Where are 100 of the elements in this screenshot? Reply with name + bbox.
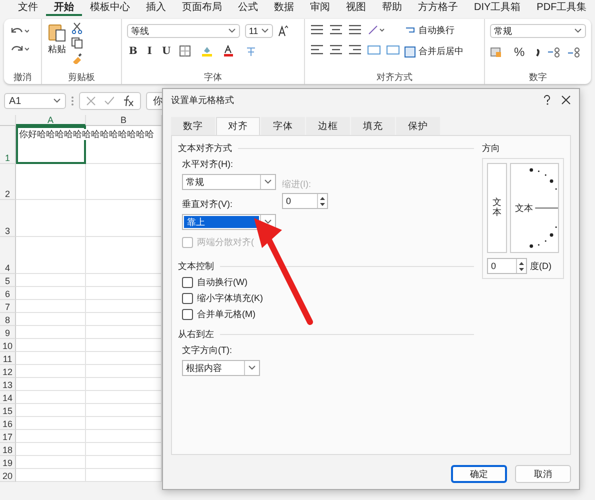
menu-tab[interactable]: 插入	[138, 0, 174, 16]
menu-tab[interactable]: 视图	[338, 0, 374, 16]
cell[interactable]	[16, 200, 86, 237]
cell[interactable]	[86, 339, 162, 352]
style-button[interactable]: B	[126, 46, 140, 56]
cell[interactable]	[86, 313, 162, 326]
insert-function-icon[interactable]	[122, 95, 134, 107]
row-header[interactable]: 14	[0, 391, 16, 404]
menu-tab[interactable]: 帮助	[374, 0, 410, 16]
cell[interactable]	[16, 352, 86, 365]
align-bottom-icon[interactable]	[348, 24, 362, 36]
decrease-indent-icon[interactable]	[367, 44, 382, 56]
row-header[interactable]: 11	[0, 352, 16, 365]
dialog-tab[interactable]: 边框	[306, 117, 350, 135]
merge-icon[interactable]	[404, 46, 416, 58]
style-button[interactable]: I	[145, 46, 154, 56]
dialog-tab[interactable]: 填充	[351, 117, 395, 135]
cell[interactable]	[86, 443, 162, 456]
align-top-icon[interactable]	[310, 24, 324, 36]
cell[interactable]	[16, 326, 86, 339]
row-header[interactable]: 5	[0, 274, 16, 287]
enter-icon[interactable]	[104, 96, 114, 106]
cell[interactable]	[86, 365, 162, 378]
paste-label[interactable]: 粘贴	[48, 43, 66, 56]
dialog-tab[interactable]: 保护	[396, 117, 440, 135]
row-header[interactable]: 19	[0, 456, 16, 469]
format-painter-icon[interactable]	[70, 52, 83, 64]
increase-decimal-icon[interactable]	[546, 46, 561, 58]
row-header[interactable]: 2	[0, 164, 16, 200]
cell[interactable]	[16, 300, 86, 313]
row-header[interactable]: 3	[0, 200, 16, 237]
increase-indent-icon[interactable]	[386, 44, 400, 56]
decrease-decimal-icon[interactable]	[566, 46, 581, 58]
column-header[interactable]: A	[16, 115, 86, 126]
cell[interactable]	[86, 430, 162, 443]
cell[interactable]	[86, 391, 162, 404]
grow-font-icon[interactable]	[278, 25, 288, 37]
row-header[interactable]: 7	[0, 300, 16, 313]
cut-icon[interactable]	[70, 22, 83, 34]
phonetic-icon[interactable]	[244, 45, 257, 57]
cancel-icon[interactable]	[86, 96, 96, 106]
row-header[interactable]: 1	[0, 126, 16, 164]
dialog-button[interactable]: 取消	[515, 465, 571, 483]
style-button[interactable]: U	[160, 46, 173, 56]
align-right-icon[interactable]	[348, 44, 362, 56]
menu-tab[interactable]: 模板中心	[82, 0, 138, 16]
checkbox[interactable]	[182, 309, 193, 320]
merge-center-button[interactable]: 合并后居中	[404, 45, 464, 58]
dialog-button[interactable]: 确定	[451, 465, 507, 483]
cell[interactable]	[86, 164, 162, 200]
cell[interactable]	[16, 456, 86, 469]
row-header[interactable]: 20	[0, 469, 16, 482]
vertical-align-select[interactable]: 靠上	[182, 214, 276, 230]
cell[interactable]	[16, 164, 86, 200]
menu-tab[interactable]: PDF工具集	[528, 0, 595, 16]
cell[interactable]	[16, 378, 86, 391]
row-header[interactable]: 8	[0, 313, 16, 326]
cell[interactable]	[86, 456, 162, 469]
row-header[interactable]: 17	[0, 430, 16, 443]
cell[interactable]	[86, 326, 162, 339]
menu-tab[interactable]: 开始	[46, 0, 82, 16]
cell[interactable]	[86, 200, 162, 237]
font-size-combo[interactable]: 11	[244, 24, 273, 38]
cell[interactable]	[16, 313, 86, 326]
cell[interactable]	[16, 339, 86, 352]
align-left-icon[interactable]	[310, 44, 324, 56]
paste-icon[interactable]	[46, 22, 67, 42]
menu-tab[interactable]: 方方格子	[410, 0, 466, 16]
text-direction-select[interactable]: 根据内容	[182, 360, 260, 376]
dialog-tab[interactable]: 数字	[171, 117, 215, 135]
horizontal-align-select[interactable]: 常规	[182, 174, 276, 190]
cell[interactable]	[16, 365, 86, 378]
cell[interactable]	[16, 430, 86, 443]
row-header[interactable]: 18	[0, 443, 16, 456]
cell[interactable]	[86, 404, 162, 417]
menu-tab[interactable]: DIY工具箱	[466, 0, 529, 16]
grip-icon[interactable]	[71, 96, 74, 106]
copy-icon[interactable]	[70, 37, 85, 49]
spin-arrows-icon[interactable]	[516, 259, 526, 273]
menu-tab[interactable]: 文件	[10, 0, 46, 16]
menu-tab[interactable]: 公式	[230, 0, 266, 16]
dialog-tab[interactable]: 字体	[261, 117, 305, 135]
help-icon[interactable]	[543, 95, 551, 105]
cell[interactable]	[86, 469, 162, 482]
cell[interactable]	[16, 237, 86, 274]
cell[interactable]	[16, 469, 86, 482]
align-center-icon[interactable]	[329, 44, 344, 56]
percent-button[interactable]: %	[512, 45, 527, 59]
align-middle-icon[interactable]	[329, 24, 344, 36]
cell[interactable]	[86, 300, 162, 313]
cell[interactable]	[16, 287, 86, 300]
cell[interactable]	[86, 274, 162, 287]
cell[interactable]	[86, 352, 162, 365]
cell[interactable]	[16, 443, 86, 456]
select-all-corner[interactable]	[0, 115, 16, 126]
cell[interactable]	[16, 274, 86, 287]
vertical-text-option[interactable]: 文本	[487, 163, 507, 253]
row-header[interactable]: 10	[0, 339, 16, 352]
font-name-combo[interactable]: 等线	[126, 24, 240, 38]
cell[interactable]	[86, 237, 162, 274]
